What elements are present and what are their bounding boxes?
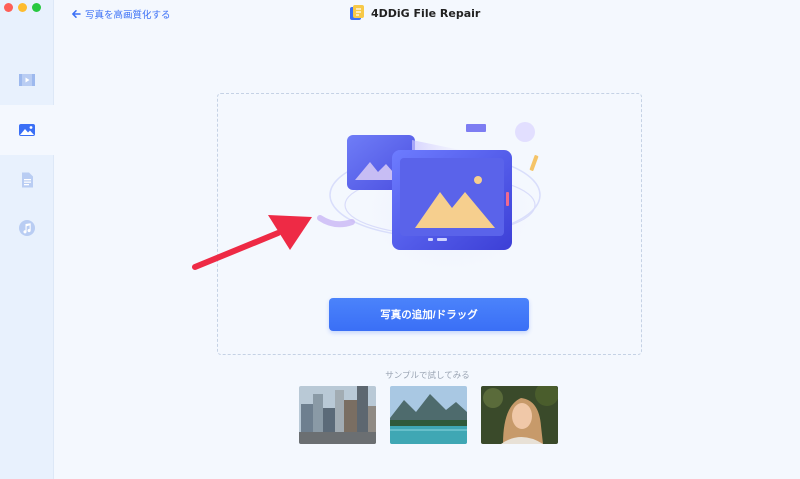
sidebar-item-photo[interactable] [0, 105, 54, 155]
sample-city[interactable] [299, 386, 376, 444]
photo-upload-illustration-icon [317, 122, 545, 280]
add-photo-button[interactable]: 写真の追加/ドラッグ [329, 298, 529, 331]
window-title: 4DDiG File Repair [350, 5, 480, 21]
sample-mountain-lake[interactable] [390, 386, 467, 444]
sidebar-item-document[interactable] [0, 155, 54, 205]
window-controls [4, 3, 41, 12]
arrow-left-icon [72, 10, 81, 18]
document-icon [22, 172, 33, 188]
sidebar [0, 0, 54, 479]
zoom-window-button[interactable] [32, 3, 41, 12]
app-logo-icon [350, 5, 364, 20]
sidebar-item-music[interactable] [0, 203, 54, 253]
red-annotation-arrow-icon [192, 215, 312, 270]
music-icon [19, 220, 35, 236]
sample-portrait[interactable] [481, 386, 558, 444]
sample-label: サンプルで試してみる [385, 371, 470, 381]
sample-images [299, 386, 558, 444]
mountain-lake-sample-icon [390, 386, 467, 444]
sidebar-item-video[interactable] [0, 55, 54, 105]
app-title: 4DDiG File Repair [371, 6, 481, 20]
photo-icon [19, 124, 35, 136]
back-link[interactable]: 写真を高画質化する [71, 7, 171, 21]
city-buildings-sample-icon [299, 386, 376, 444]
close-window-button[interactable] [4, 3, 13, 12]
minimize-window-button[interactable] [18, 3, 27, 12]
video-icon [19, 74, 35, 86]
app-window: 写真を高画質化する 4DDiG File Repair 写真の追加/ドラッグ サ… [0, 0, 800, 479]
portrait-woman-sample-icon [481, 386, 558, 444]
back-label: 写真を高画質化する [85, 10, 171, 21]
